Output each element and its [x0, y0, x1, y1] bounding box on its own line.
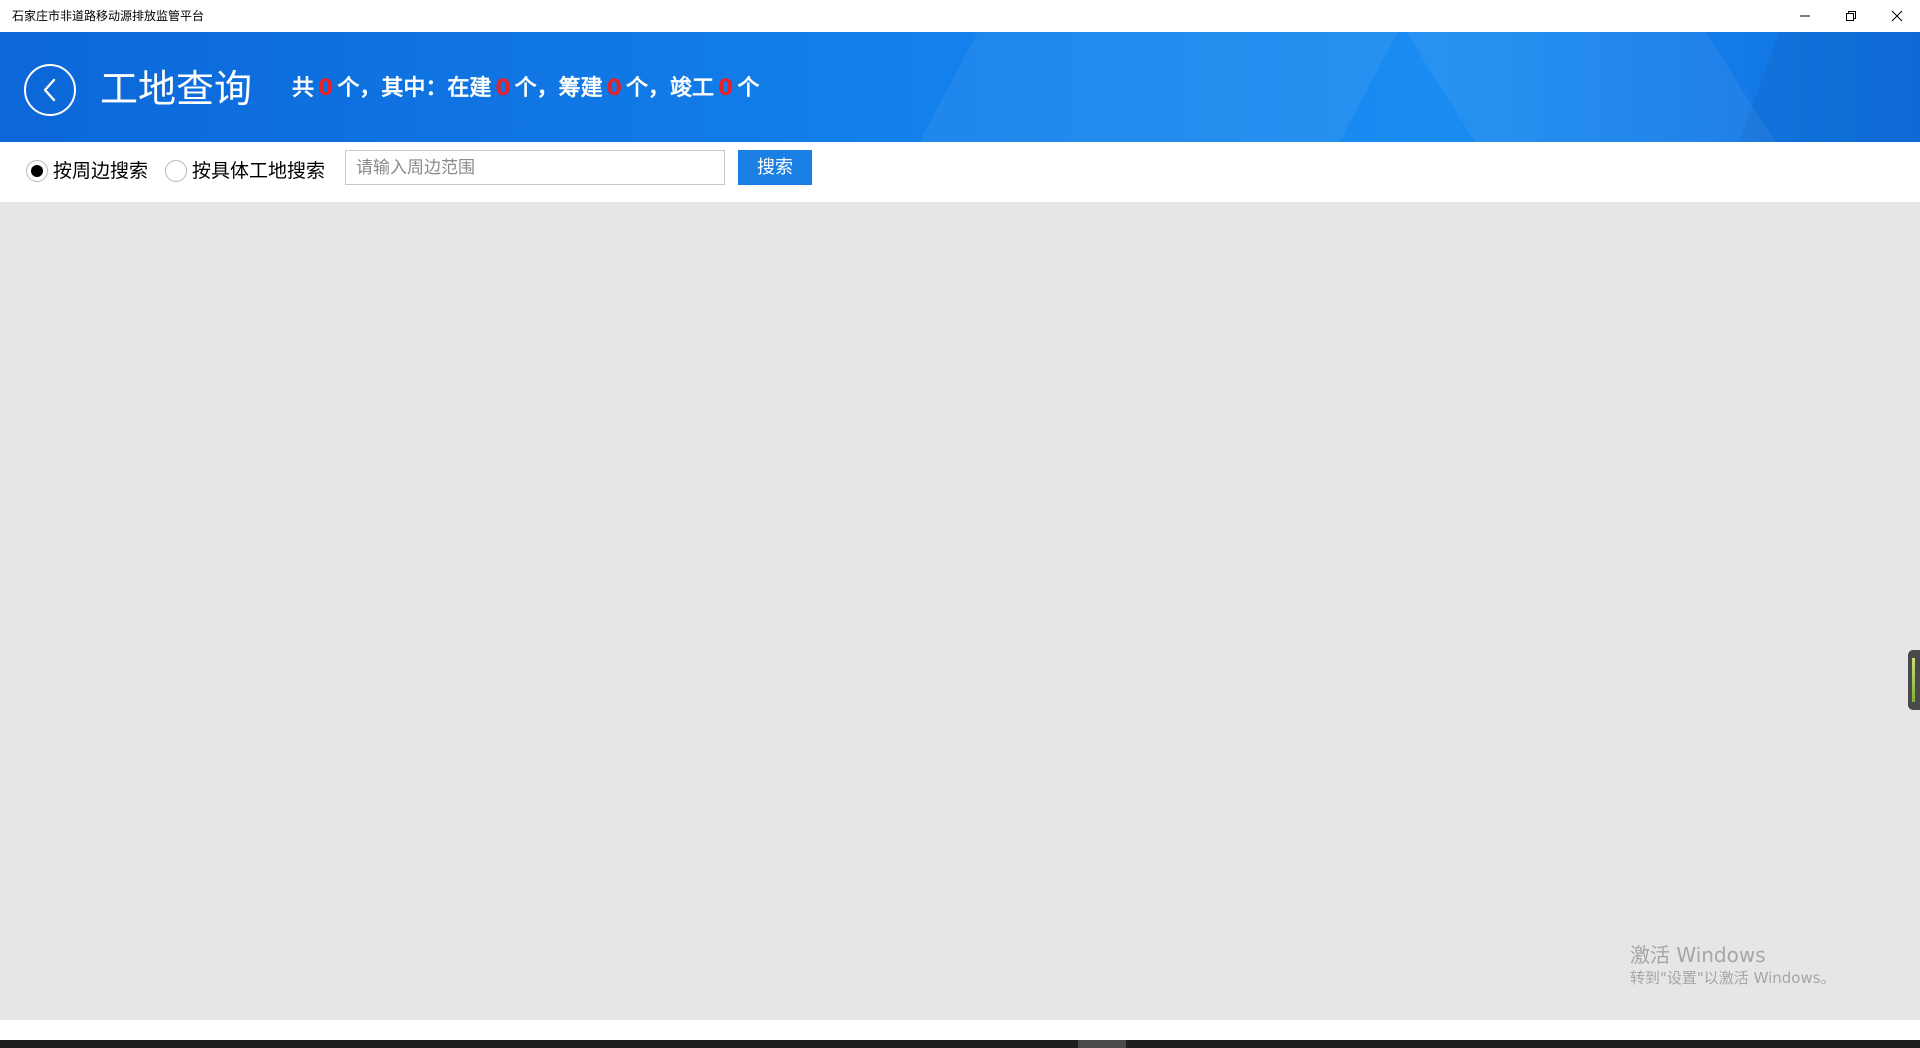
results-area: [0, 202, 1920, 1020]
planned-count: 0: [606, 76, 622, 101]
total-count: 0: [318, 76, 334, 101]
restore-icon: [1846, 11, 1856, 21]
search-range-input[interactable]: [345, 150, 725, 185]
taskbar-app-item[interactable]: [1078, 1040, 1126, 1048]
back-button[interactable]: [24, 64, 76, 116]
radio-selected-dot: [31, 165, 43, 177]
summary-text: 个，竣工: [625, 76, 714, 101]
header-decoration: [860, 32, 1420, 142]
minimize-icon: [1800, 15, 1810, 17]
completed-count: 0: [718, 76, 734, 101]
close-button[interactable]: [1874, 0, 1920, 32]
search-button[interactable]: 搜索: [738, 150, 812, 185]
site-count-summary: 共 0 个，其中：在建 0 个，筹建 0 个，竣工 0 个: [292, 74, 759, 104]
radio-button[interactable]: [165, 160, 187, 182]
radio-button[interactable]: [26, 160, 48, 182]
summary-text: 个，筹建: [514, 76, 603, 101]
summary-text: 个，其中：在建: [337, 76, 492, 101]
radio-label: 按具体工地搜索: [192, 160, 326, 182]
taskbar: [0, 1040, 1920, 1048]
window-controls: [1782, 0, 1920, 32]
search-bar: 按周边搜索 按具体工地搜索 搜索: [0, 142, 1920, 202]
window-titlebar: 石家庄市非道路移动源排放监管平台: [0, 0, 1920, 32]
radio-label: 按周边搜索: [53, 160, 149, 182]
bottom-strip: [0, 1020, 1920, 1040]
minimize-button[interactable]: [1782, 0, 1828, 32]
page-header: 工地查询 共 0 个，其中：在建 0 个，筹建 0 个，竣工 0 个: [0, 32, 1920, 142]
handle-indicator: [1912, 658, 1915, 702]
watermark-subtitle: 转到"设置"以激活 Windows。: [1630, 969, 1836, 987]
page-title: 工地查询: [100, 67, 253, 111]
header-decoration: [1713, 32, 1920, 142]
side-panel-handle[interactable]: [1908, 650, 1920, 710]
chevron-left-icon: [43, 78, 56, 102]
close-icon: [1891, 10, 1903, 22]
under-construction-count: 0: [495, 76, 511, 101]
activation-watermark: 激活 Windows 转到"设置"以激活 Windows。: [1630, 942, 1836, 988]
summary-text: 个: [737, 76, 760, 101]
watermark-title: 激活 Windows: [1630, 943, 1766, 967]
summary-text: 共: [292, 76, 315, 101]
radio-search-specific-site[interactable]: 按具体工地搜索: [165, 154, 325, 188]
window-title: 石家庄市非道路移动源排放监管平台: [12, 9, 205, 23]
restore-button[interactable]: [1828, 0, 1874, 32]
radio-search-nearby[interactable]: 按周边搜索: [26, 154, 148, 188]
